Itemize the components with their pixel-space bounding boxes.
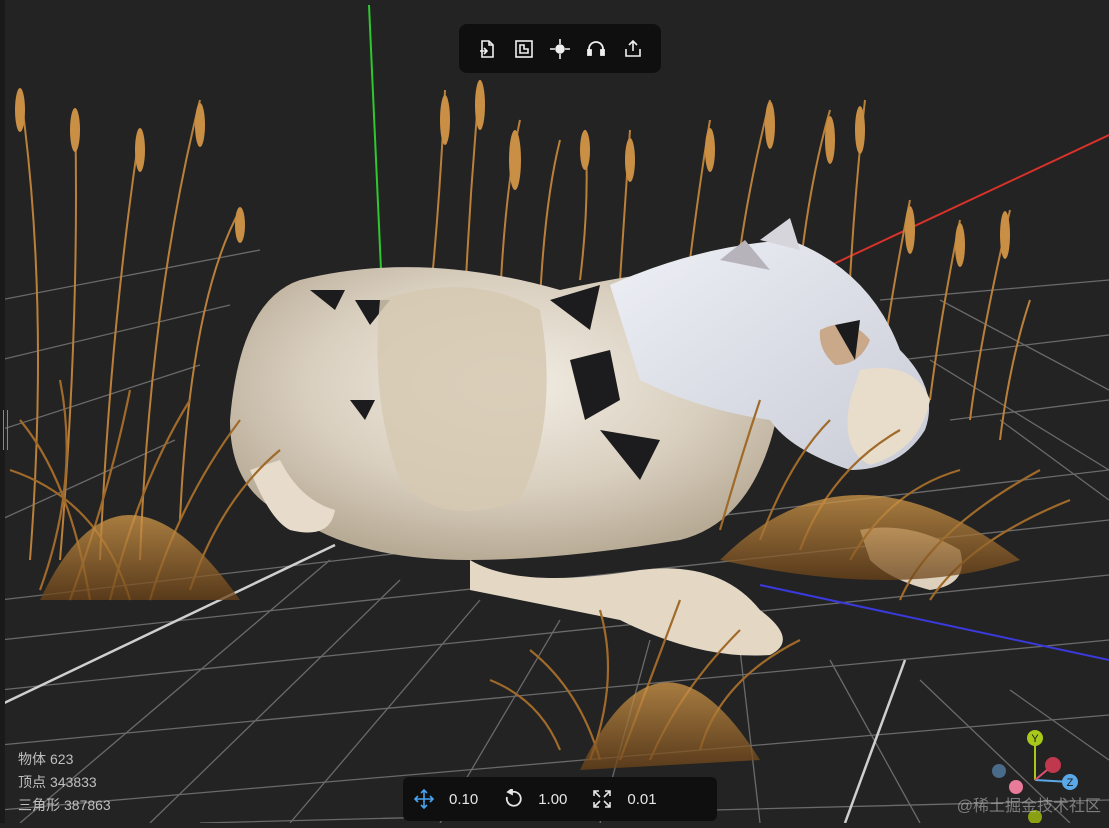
- gizmo-x-dot: [1045, 757, 1061, 773]
- stat-objects: 物体 623: [18, 748, 115, 771]
- puzzle-icon[interactable]: [510, 35, 538, 63]
- stat-objects-label: 物体: [18, 751, 46, 767]
- z-axis-line: [759, 584, 1109, 661]
- stat-triangles-label: 三角形: [18, 797, 60, 813]
- rotate-step-value[interactable]: 1.00: [538, 791, 567, 808]
- stat-triangles: 三角形 387863: [18, 794, 115, 817]
- watermark: @稀土掘金技术社区: [956, 798, 1101, 815]
- scene-canvas: [0, 4, 1109, 823]
- scale-expand-icon[interactable]: [591, 788, 613, 810]
- stat-vertices-label: 顶点: [18, 774, 46, 790]
- headset-icon[interactable]: [582, 35, 610, 63]
- grass-seedheads: [15, 80, 1010, 267]
- move-step-control[interactable]: 0.10: [413, 788, 478, 810]
- import-file-icon[interactable]: [473, 35, 501, 63]
- rotate-step-control[interactable]: 1.00: [502, 788, 567, 810]
- stat-vertices-value: 343833: [50, 774, 97, 790]
- stat-objects-value: 623: [50, 751, 74, 767]
- top-toolbar: [459, 24, 661, 73]
- 3d-viewport[interactable]: [0, 0, 1109, 823]
- y-axis-line: [368, 4, 382, 271]
- focus-crosshair-icon[interactable]: [546, 35, 574, 63]
- move-arrows-icon[interactable]: [413, 788, 435, 810]
- scale-step-control[interactable]: 0.01: [591, 788, 657, 810]
- transform-toolbar: 0.10 1.00 0.01: [403, 777, 717, 821]
- grid-highlight-line: [843, 659, 907, 823]
- gizmo-y-label: Y: [1031, 733, 1039, 745]
- scale-step-value[interactable]: 0.01: [627, 791, 656, 808]
- scene-stats: 物体 623 顶点 343833 三角形 387863: [18, 748, 115, 817]
- rotate-icon[interactable]: [502, 788, 524, 810]
- stat-triangles-value: 387863: [64, 797, 111, 813]
- move-step-value[interactable]: 0.10: [449, 791, 478, 808]
- gizmo-z-label: Z: [1067, 777, 1074, 789]
- tiger-model: [230, 218, 962, 656]
- gizmo-neg-z-dot: [992, 764, 1006, 778]
- panel-resize-handle[interactable]: [3, 410, 8, 450]
- stat-vertices: 顶点 343833: [18, 771, 115, 794]
- share-icon[interactable]: [619, 35, 647, 63]
